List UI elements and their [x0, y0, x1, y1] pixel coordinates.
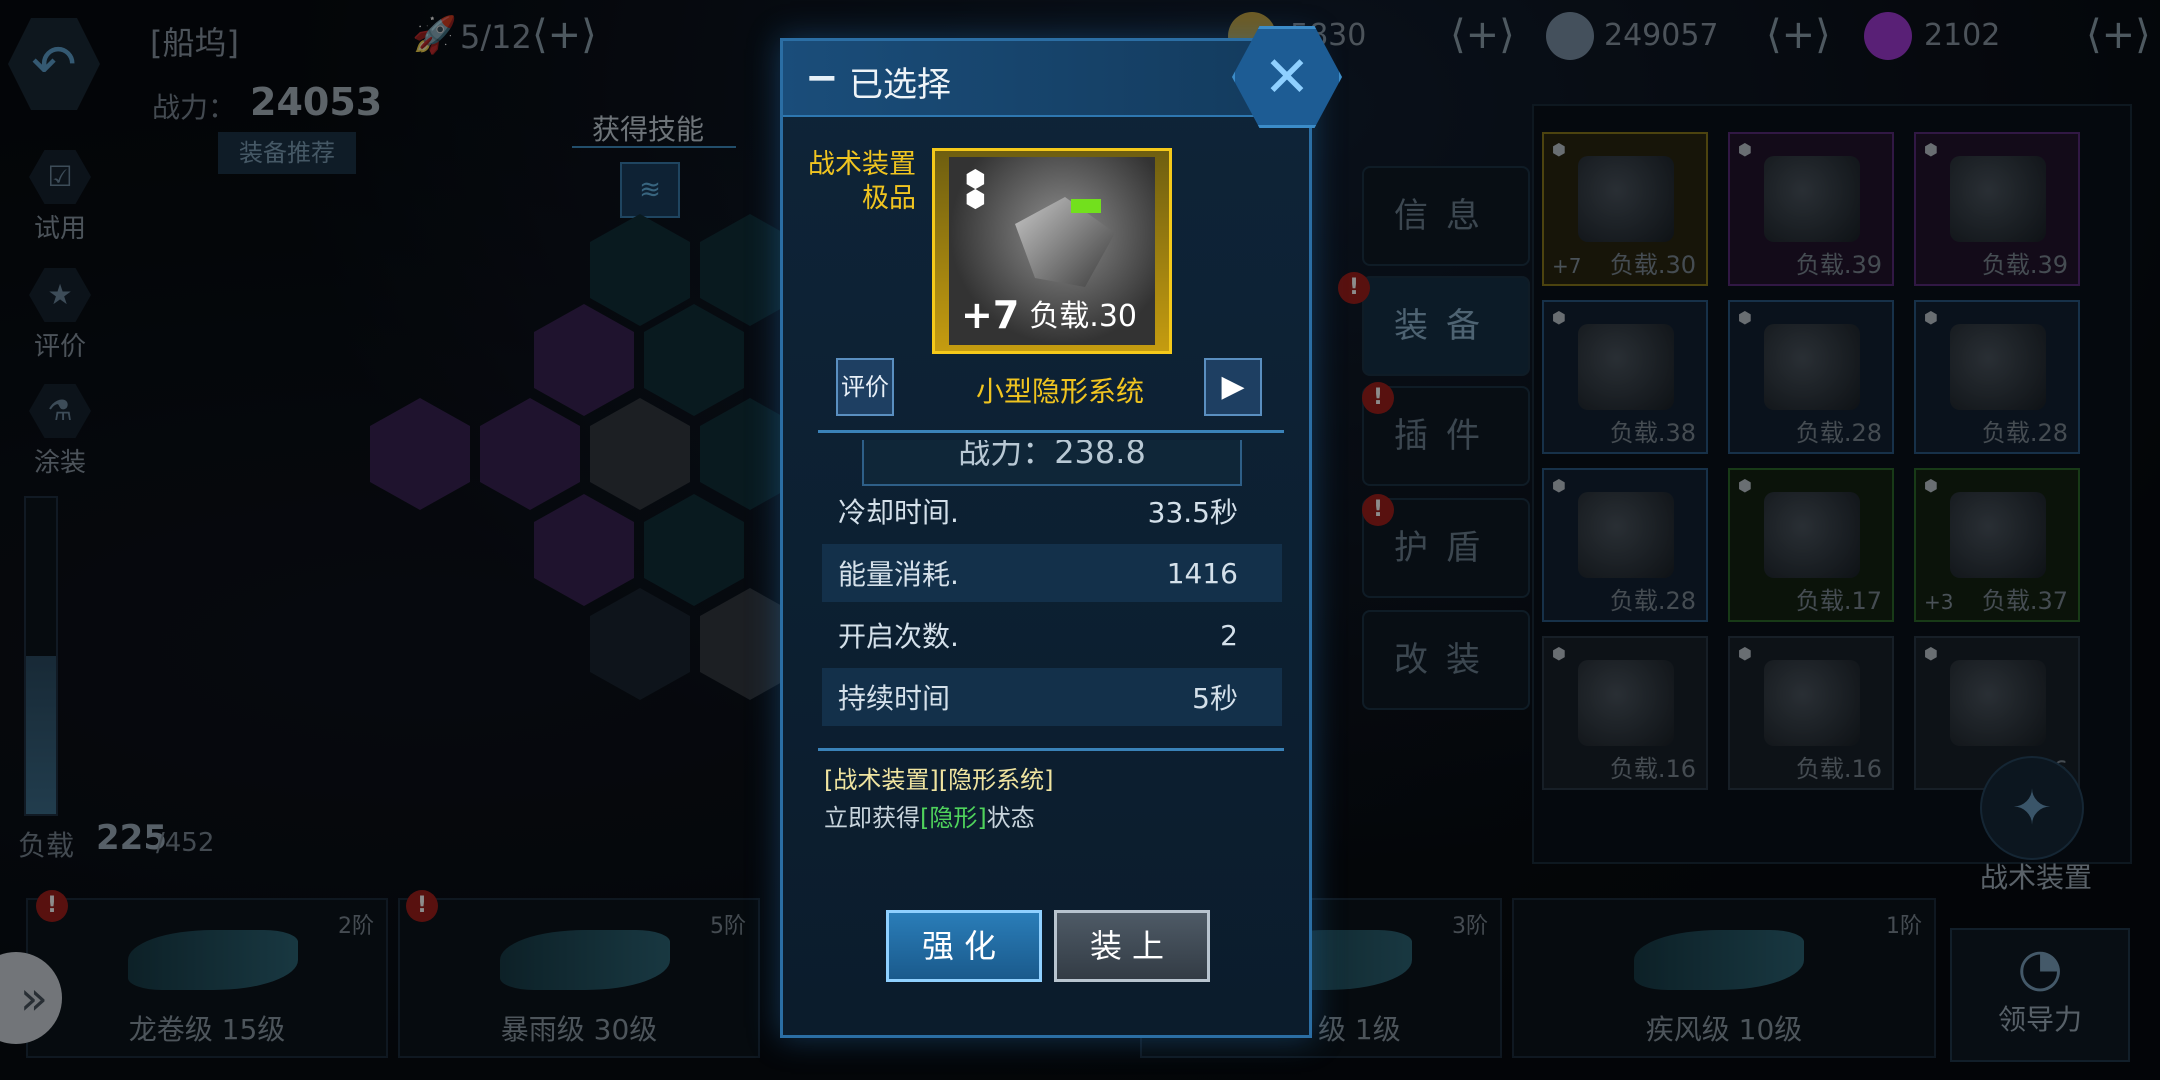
stat-value: 1416 [1166, 556, 1238, 590]
modal-header: − 已选择 [783, 41, 1309, 117]
item-art-accent [1071, 199, 1101, 213]
modal-title: 已选择 [849, 65, 951, 105]
item-power: 战力：238.8 [862, 440, 1242, 486]
stat-label: 持续时间 [838, 682, 951, 715]
stat-row: 持续时间 5秒 [822, 668, 1282, 726]
stat-value: 2 [1220, 618, 1238, 652]
item-load: 负载.30 [1029, 299, 1137, 334]
play-icon: ▶ [1221, 369, 1245, 404]
divider [818, 748, 1284, 751]
item-quality: 极品 [862, 183, 916, 214]
item-grade: 战术装置 极品 [800, 148, 916, 216]
desc-suffix: 状态 [986, 804, 1035, 832]
next-item-button[interactable]: ▶ [1204, 358, 1262, 416]
desc-prefix: 立即获得 [824, 804, 920, 832]
hexagon-icon: ⬢ ⬢ [965, 165, 986, 213]
stat-label: 开启次数. [838, 620, 959, 653]
strengthen-button[interactable]: 强化 [886, 910, 1042, 982]
item-image: ⬢ ⬢ +7 负载.30 [949, 157, 1155, 345]
item-name: 小型隐形系统 [975, 375, 1144, 408]
divider [818, 430, 1284, 433]
minus-icon: − [805, 55, 839, 101]
description-title: [战术装置][隐形系统] [824, 766, 1054, 794]
close-icon: ✕ [1263, 45, 1311, 110]
stat-row: 能量消耗. 1416 [822, 544, 1282, 602]
stat-label: 能量消耗. [838, 558, 959, 591]
stat-row: 冷却时间. 33.5秒 [822, 482, 1282, 540]
rate-button[interactable]: 评价 [836, 358, 894, 416]
stat-row: 开启次数. 2 [822, 606, 1282, 664]
stat-value: 33.5秒 [1147, 496, 1238, 529]
description-body: 立即获得[隐形]状态 [824, 798, 1035, 833]
desc-highlight: [隐形] [920, 804, 987, 832]
item-enhance-level: +7 [961, 293, 1020, 337]
item-category: 战术装置 [808, 149, 916, 180]
equip-button[interactable]: 装上 [1054, 910, 1210, 982]
stat-label: 冷却时间. [838, 496, 959, 529]
item-card[interactable]: ⬢ ⬢ +7 负载.30 [932, 148, 1172, 354]
stat-value: 5秒 [1192, 682, 1238, 715]
